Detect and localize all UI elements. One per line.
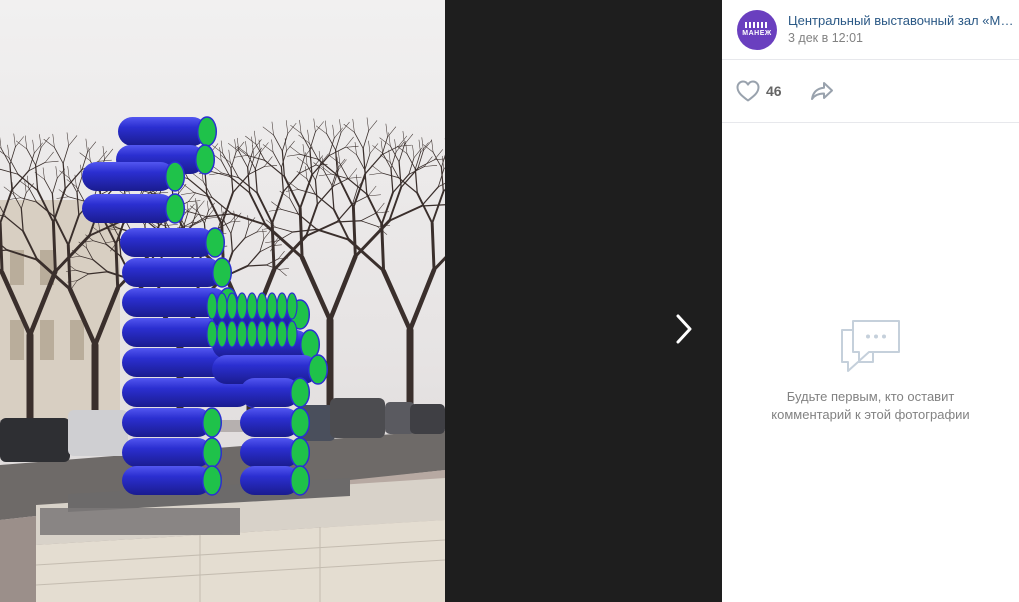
sculpture-pipe (240, 407, 311, 438)
author-info: Центральный выставочный зал «Манеж» 3 де… (788, 12, 1016, 47)
sculpture-pipe (240, 377, 311, 408)
chevron-right-icon (676, 314, 692, 344)
empty-comments-line-2: комментарий к этой фотографии (771, 407, 970, 422)
action-bar: 46 (722, 60, 1019, 123)
sculpture-pipe-opening (206, 292, 218, 320)
share-button[interactable] (810, 81, 834, 101)
sculpture-pipe (120, 227, 226, 258)
photo-area (0, 0, 722, 602)
sculpture-pipe-opening (216, 320, 228, 348)
avatar[interactable]: МАНЕЖ (737, 9, 777, 50)
sculpture-pipe-opening (236, 292, 248, 320)
sculpture-pipe-opening (206, 320, 218, 348)
sculpture-pipe (122, 257, 233, 288)
sculpture-pipe (122, 407, 223, 438)
next-photo-button[interactable] (664, 305, 704, 353)
sculpture-pipe (122, 437, 223, 468)
sculpture-pipe (118, 116, 218, 147)
sculpture-pipe (82, 193, 186, 224)
empty-comments-line-1: Будьте первым, кто оставит (786, 389, 955, 404)
heart-icon (736, 80, 760, 102)
sculpture-pipe-opening (246, 320, 258, 348)
sculpture-pipe-opening (226, 320, 238, 348)
author-name-link[interactable]: Центральный выставочный зал «Манеж» (788, 12, 1016, 29)
sculpture-pipe-opening (246, 292, 258, 320)
avatar-logo-text: МАНЕЖ (742, 29, 772, 37)
photo[interactable] (0, 0, 445, 602)
sculpture-pipe-opening (236, 320, 248, 348)
sculpture-pipe (240, 465, 311, 496)
sculpture-pipe-opening (286, 292, 298, 320)
photo-image (0, 0, 445, 602)
sculpture-pipe-opening (256, 292, 268, 320)
sculpture-pipe-opening (256, 320, 268, 348)
sculpture-pipe-opening (276, 320, 288, 348)
like-count: 46 (766, 83, 782, 99)
sculpture-pipe-opening (266, 292, 278, 320)
sculpture-pipe-opening (216, 292, 228, 320)
avatar-logo-bars (745, 21, 769, 28)
sculpture-pipe-opening (226, 292, 238, 320)
info-panel: МАНЕЖ Центральный выставочный зал «Манеж… (722, 0, 1019, 602)
chat-bubbles-icon (840, 320, 900, 372)
like-button[interactable]: 46 (736, 80, 782, 102)
sculpture-pipe-opening (266, 320, 278, 348)
sculpture-pipe-opening (276, 292, 288, 320)
post-date[interactable]: 3 дек в 12:01 (788, 30, 1016, 47)
photo-viewer: МАНЕЖ Центральный выставочный зал «Манеж… (0, 0, 1019, 602)
sculpture-pipe (82, 161, 186, 192)
sculpture-pipe (122, 465, 223, 496)
sculpture-pipe (240, 437, 311, 468)
share-arrow-icon (810, 82, 833, 100)
empty-comments-text: Будьте первым, кто оставит комментарий к… (751, 388, 991, 424)
sculpture-pipe-opening (286, 320, 298, 348)
post-author: МАНЕЖ Центральный выставочный зал «Манеж… (722, 0, 1019, 60)
comments-section: Будьте первым, кто оставит комментарий к… (722, 123, 1019, 602)
